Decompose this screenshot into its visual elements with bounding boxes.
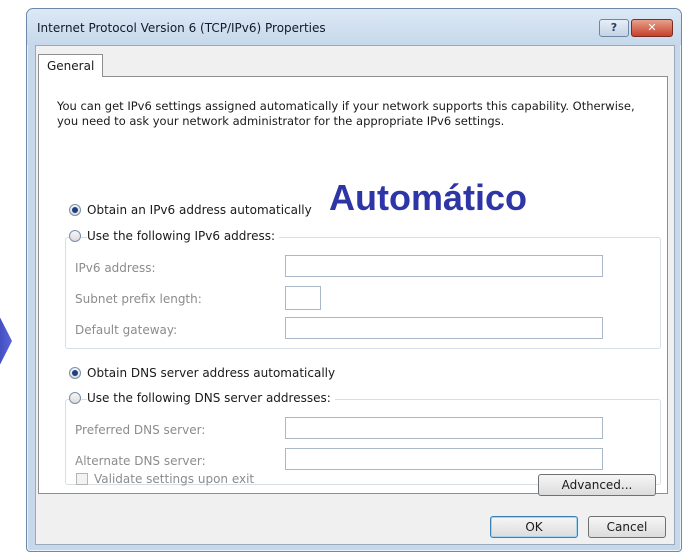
- radio-obtain-ipv6-auto[interactable]: Obtain an IPv6 address automatically: [69, 203, 312, 217]
- intro-text: You can get IPv6 settings assigned autom…: [57, 99, 635, 128]
- help-button[interactable]: ?: [599, 19, 629, 37]
- radio-use-following-dns[interactable]: Use the following DNS server addresses:: [69, 391, 335, 405]
- alternate-dns-label: Alternate DNS server:: [75, 454, 206, 468]
- radio-button[interactable]: [69, 204, 81, 216]
- radio-button[interactable]: [69, 392, 81, 404]
- validate-label: Validate settings upon exit: [94, 472, 255, 486]
- dialog-client-area: General You can get IPv6 settings assign…: [35, 45, 675, 545]
- ok-button[interactable]: OK: [490, 516, 578, 538]
- radio-label: Obtain DNS server address automatically: [87, 366, 336, 380]
- radio-obtain-dns-auto[interactable]: Obtain DNS server address automatically: [69, 366, 335, 380]
- ipv6-address-input[interactable]: [285, 255, 603, 277]
- subnet-prefix-input[interactable]: [285, 286, 321, 310]
- ipv6-address-label: IPv6 address:: [75, 261, 156, 275]
- tab-general[interactable]: General: [38, 54, 104, 77]
- window-title: Internet Protocol Version 6 (TCP/IPv6) P…: [37, 21, 326, 35]
- subnet-prefix-label: Subnet prefix length:: [75, 292, 202, 306]
- radio-label: Use the following DNS server addresses:: [87, 391, 335, 405]
- close-button[interactable]: ✕: [631, 19, 673, 37]
- preferred-dns-label: Preferred DNS server:: [75, 423, 206, 437]
- preferred-dns-input[interactable]: [285, 417, 603, 439]
- default-gateway-label: Default gateway:: [75, 323, 178, 337]
- overlay-annotation: Automático: [329, 177, 527, 218]
- advanced-button[interactable]: Advanced...: [538, 474, 656, 496]
- radio-button[interactable]: [69, 367, 81, 379]
- validate-checkbox[interactable]: [76, 473, 88, 485]
- radio-label: Obtain an IPv6 address automatically: [87, 203, 312, 217]
- radio-use-following-ipv6[interactable]: Use the following IPv6 address:: [69, 229, 280, 243]
- ipv6-properties-dialog: Internet Protocol Version 6 (TCP/IPv6) P…: [26, 8, 682, 552]
- decorative-arrow: [0, 318, 12, 364]
- validate-settings-checkbox-row[interactable]: Validate settings upon exit: [76, 472, 254, 486]
- radio-label: Use the following IPv6 address:: [87, 229, 280, 243]
- cancel-button[interactable]: Cancel: [588, 516, 666, 538]
- general-tab-panel: You can get IPv6 settings assigned autom…: [38, 76, 668, 494]
- radio-button[interactable]: [69, 230, 81, 242]
- default-gateway-input[interactable]: [285, 317, 603, 339]
- title-bar[interactable]: Internet Protocol Version 6 (TCP/IPv6) P…: [27, 9, 681, 45]
- alternate-dns-input[interactable]: [285, 448, 603, 470]
